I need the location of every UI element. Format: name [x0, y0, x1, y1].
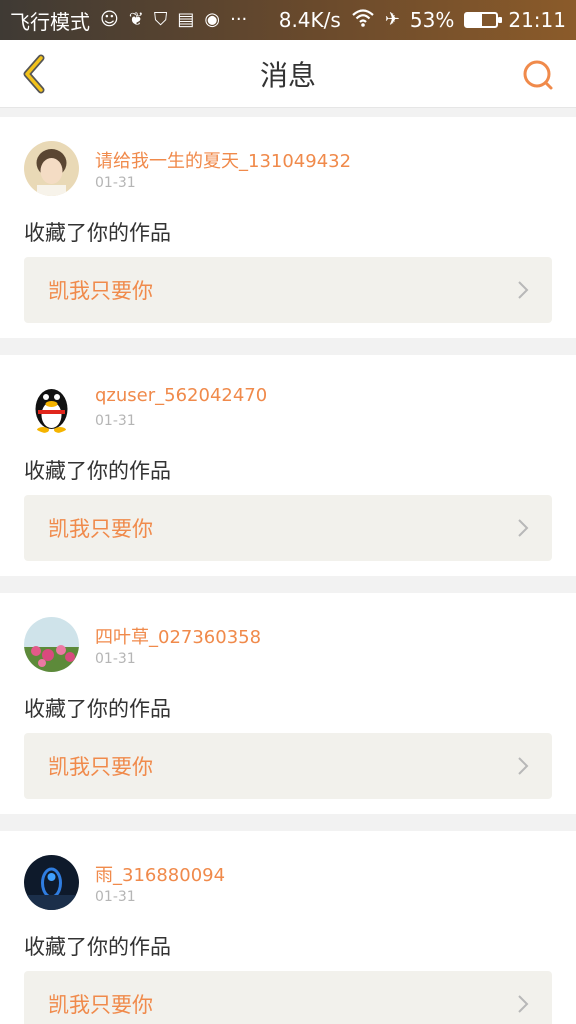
- back-button[interactable]: [14, 53, 54, 95]
- network-speed: 8.4K/s: [278, 8, 341, 32]
- work-title: 凯我只要你: [48, 517, 153, 541]
- work-link[interactable]: 凯我只要你: [24, 733, 552, 799]
- wifi-icon: [351, 8, 375, 32]
- photo-avatar-icon[interactable]: [24, 141, 79, 196]
- action-text: 收藏了你的作品: [24, 697, 171, 721]
- work-title: 凯我只要你: [48, 993, 153, 1017]
- penguin-avatar-icon[interactable]: [24, 379, 79, 434]
- more-icon: ···: [230, 9, 248, 30]
- battery-fill: [466, 14, 483, 26]
- action-text: 收藏了你的作品: [24, 459, 171, 483]
- chevron-right-icon: [518, 281, 529, 299]
- airplane-icon: ✈: [384, 9, 400, 30]
- list-item: qzuser_562042470 01-31 收藏了你的作品 凯我只要你: [0, 355, 576, 576]
- username[interactable]: 四叶草_027360358: [95, 623, 261, 649]
- night-avatar-icon[interactable]: [24, 855, 79, 910]
- chevron-right-icon: [518, 995, 529, 1013]
- search-button[interactable]: [520, 57, 556, 93]
- list-item: 请给我一生的夏天_131049432 01-31 收藏了你的作品 凯我只要你: [0, 117, 576, 338]
- username[interactable]: 雨_316880094: [95, 861, 225, 887]
- action-text: 收藏了你的作品: [24, 221, 171, 245]
- header: 消息: [0, 40, 576, 108]
- shield-icon: ⛉: [153, 9, 168, 30]
- battery-percent: 53%: [409, 8, 455, 32]
- work-title: 凯我只要你: [48, 755, 153, 779]
- chevron-right-icon: [518, 757, 529, 775]
- page-title: 消息: [259, 58, 316, 92]
- work-link[interactable]: 凯我只要你: [24, 495, 552, 561]
- camera-icon: ◉: [204, 9, 221, 30]
- timestamp: 01-31: [95, 413, 136, 429]
- flower-avatar-icon[interactable]: [24, 617, 79, 672]
- storage-icon: ▤: [177, 9, 195, 30]
- username[interactable]: qzuser_562042470: [95, 385, 267, 406]
- message-list: 请给我一生的夏天_131049432 01-31 收藏了你的作品 凯我只要你 q…: [0, 117, 576, 1024]
- clock: 21:11: [508, 8, 566, 32]
- timestamp: 01-31: [95, 175, 136, 191]
- leaf-icon: ❦: [128, 9, 144, 30]
- work-link[interactable]: 凯我只要你: [24, 257, 552, 323]
- status-bar: 飞行模式 ☺ ❦ ⛉ ▤ ◉ ··· 8.4K/s ✈ 53% 21:11: [0, 0, 576, 40]
- search-icon: [523, 60, 553, 90]
- list-item: 雨_316880094 01-31 收藏了你的作品 凯我只要你: [0, 831, 576, 1024]
- username[interactable]: 请给我一生的夏天_131049432: [95, 147, 351, 173]
- battery-icon: [464, 12, 503, 28]
- emoji-icon: ☺: [100, 9, 119, 30]
- action-text: 收藏了你的作品: [24, 935, 171, 959]
- chevron-left-icon: [23, 54, 45, 94]
- airplane-mode-label: 飞行模式: [10, 9, 90, 34]
- timestamp: 01-31: [95, 651, 136, 667]
- work-title: 凯我只要你: [48, 279, 153, 303]
- list-item: 四叶草_027360358 01-31 收藏了你的作品 凯我只要你: [0, 593, 576, 814]
- timestamp: 01-31: [95, 889, 136, 905]
- chevron-right-icon: [518, 519, 529, 537]
- work-link[interactable]: 凯我只要你: [24, 971, 552, 1024]
